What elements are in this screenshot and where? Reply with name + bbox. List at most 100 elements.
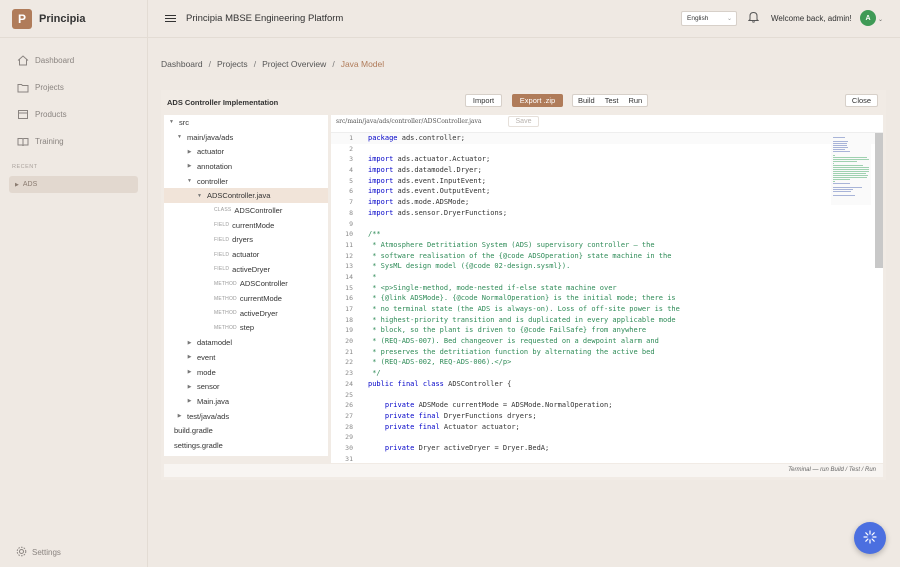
line-number: 5 — [349, 176, 353, 185]
menu-icon[interactable] — [165, 14, 176, 23]
brand[interactable]: P Principia — [0, 0, 147, 38]
tree-node[interactable]: CLASS ADSController — [164, 203, 328, 218]
assistant-fab-button[interactable] — [854, 522, 886, 554]
tree-node[interactable]: ▶ datamodel — [164, 335, 328, 350]
tree-node[interactable]: ▶ test/java/ads — [164, 409, 328, 424]
breadcrumb-project-overview[interactable]: Project Overview — [262, 59, 326, 69]
minimap-line — [833, 157, 867, 158]
tree-node[interactable]: FIELD activeDryer — [164, 262, 328, 277]
tree-node[interactable]: FIELD currentMode — [164, 218, 328, 233]
tree-node-label: build.gradle — [174, 426, 213, 436]
tree-node-label: main/java/ads — [187, 132, 234, 142]
caret-down-icon[interactable]: ▼ — [168, 119, 175, 125]
export-zip-button[interactable]: Export .zip — [512, 94, 563, 107]
line-number: 3 — [349, 155, 353, 164]
minimap-line — [833, 167, 869, 168]
line-number: 19 — [345, 326, 353, 335]
caret-right-icon[interactable]: ▶ — [186, 149, 193, 155]
code-text: * highest-priority transition and is dup… — [368, 315, 676, 324]
sidebar-item-training[interactable]: Training — [0, 128, 147, 155]
tree-node[interactable]: ▼ src — [164, 115, 328, 130]
caret-right-icon[interactable]: ▶ — [186, 384, 193, 390]
tree-node[interactable]: ▶ actuator — [164, 144, 328, 159]
tree-node-kind: FIELD — [214, 251, 230, 258]
caret-right-icon[interactable]: ▶ — [186, 340, 193, 346]
minimap-line — [833, 165, 863, 166]
tree-node-label: Main.java — [197, 396, 230, 406]
avatar[interactable]: A — [860, 10, 876, 26]
tree-node[interactable]: settings.gradle — [164, 438, 328, 453]
caret-right-icon[interactable]: ▶ — [186, 369, 193, 375]
tree-node[interactable]: ▶ sensor — [164, 379, 328, 394]
sidebar-item-projects[interactable]: Projects — [0, 74, 147, 101]
tree-node[interactable]: ▼ controller — [164, 174, 328, 189]
sidebar-item-products[interactable]: Products — [0, 101, 147, 128]
minimap-line — [833, 159, 869, 160]
brand-name: Principia — [39, 12, 86, 25]
chevron-down-icon: ⌄ — [726, 16, 732, 22]
tree-node-kind: METHOD — [214, 280, 237, 287]
tree-node[interactable]: METHOD step — [164, 321, 328, 336]
tree-node[interactable]: ▶ mode — [164, 365, 328, 380]
line-number: 15 — [345, 283, 353, 292]
tree-node[interactable]: FIELD actuator — [164, 247, 328, 262]
code-line: 20 * (REQ-ADS-007). Bed changeover is re… — [331, 336, 883, 347]
tree-node-label: event — [197, 352, 216, 362]
bell-icon[interactable] — [747, 11, 760, 25]
caret-right-icon[interactable]: ▶ — [186, 163, 193, 169]
sidebar-item-settings[interactable]: Settings — [16, 546, 61, 559]
import-button[interactable]: Import — [465, 94, 502, 107]
code-text: import ads.event.OutputEvent; — [368, 187, 491, 196]
code-area[interactable]: 1 package ads.controller; 2 3 import ads.act… — [331, 132, 883, 463]
caret-down-icon[interactable]: ▼ — [196, 193, 203, 199]
tree-node[interactable]: METHOD currentMode — [164, 291, 328, 306]
build-button[interactable]: Build — [573, 95, 600, 106]
minimap-line — [833, 183, 850, 184]
tree-node[interactable]: ▼ main/java/ads — [164, 130, 328, 145]
code-line: 15 * <p>Single-method, mode-nested if-el… — [331, 283, 883, 294]
line-number: 24 — [345, 379, 353, 388]
breadcrumb-dashboard[interactable]: Dashboard — [161, 59, 203, 69]
vertical-scrollbar[interactable] — [875, 133, 883, 268]
chevron-down-icon[interactable]: ⌄ — [878, 16, 883, 23]
tree-node[interactable]: ▼ ADSController.java — [164, 188, 328, 204]
tree-node[interactable]: METHOD activeDryer — [164, 306, 328, 321]
run-button[interactable]: Run — [623, 95, 647, 106]
close-button[interactable]: Close — [845, 94, 878, 107]
caret-down-icon[interactable]: ▼ — [186, 178, 193, 184]
tree-node[interactable]: build.gradle — [164, 423, 328, 438]
line-number: 20 — [345, 337, 353, 346]
code-line: 26 private ADSMode currentMode = ADSMode… — [331, 400, 883, 411]
tree-node[interactable]: ▶ Main.java — [164, 394, 328, 409]
line-number: 2 — [349, 144, 353, 153]
code-minimap[interactable] — [831, 135, 871, 205]
caret-right-icon[interactable]: ▶ — [176, 413, 183, 419]
code-text: import ads.datamodel.Dryer; — [368, 166, 482, 175]
sidebar-item-dashboard[interactable]: Dashboard — [0, 47, 147, 74]
code-line: 12 * software realisation of the {@code … — [331, 251, 883, 262]
tree-node[interactable]: ▶ annotation — [164, 159, 328, 174]
minimap-line — [833, 141, 848, 142]
caret-down-icon[interactable]: ▼ — [176, 134, 183, 140]
code-editor[interactable]: src/main/java/ads/controller/ADSControll… — [331, 115, 883, 463]
file-tree[interactable]: ▼ src ▼ main/java/ads ▶ actuator ▶ annotation ▼ c… — [164, 115, 328, 456]
breadcrumb: Dashboard / Projects / Project Overview … — [161, 59, 384, 69]
tree-node[interactable]: ▶ event — [164, 350, 328, 365]
recent-item-ads[interactable]: ▶ ADS — [9, 176, 138, 193]
test-button[interactable]: Test — [600, 95, 624, 106]
tree-node-label: currentMode — [239, 294, 282, 304]
caret-right-icon[interactable]: ▶ — [186, 398, 193, 404]
breadcrumb-projects[interactable]: Projects — [217, 59, 248, 69]
home-icon — [17, 55, 29, 67]
language-select[interactable]: English ⌄ — [681, 11, 737, 26]
code-line: 24 public final class ADSController { — [331, 379, 883, 390]
tree-node-label: ADSController — [239, 279, 288, 289]
save-button[interactable]: Save — [508, 116, 539, 127]
tree-node-kind: FIELD — [214, 266, 230, 273]
code-text: import ads.actuator.Actuator; — [368, 155, 491, 164]
tree-node-label: ADSController.java — [207, 191, 271, 201]
tree-node[interactable]: METHOD ADSController — [164, 277, 328, 292]
caret-right-icon[interactable]: ▶ — [186, 354, 193, 360]
code-text: * (REQ-ADS-007). Bed changeover is reque… — [368, 337, 659, 346]
tree-node[interactable]: FIELD dryers — [164, 233, 328, 248]
